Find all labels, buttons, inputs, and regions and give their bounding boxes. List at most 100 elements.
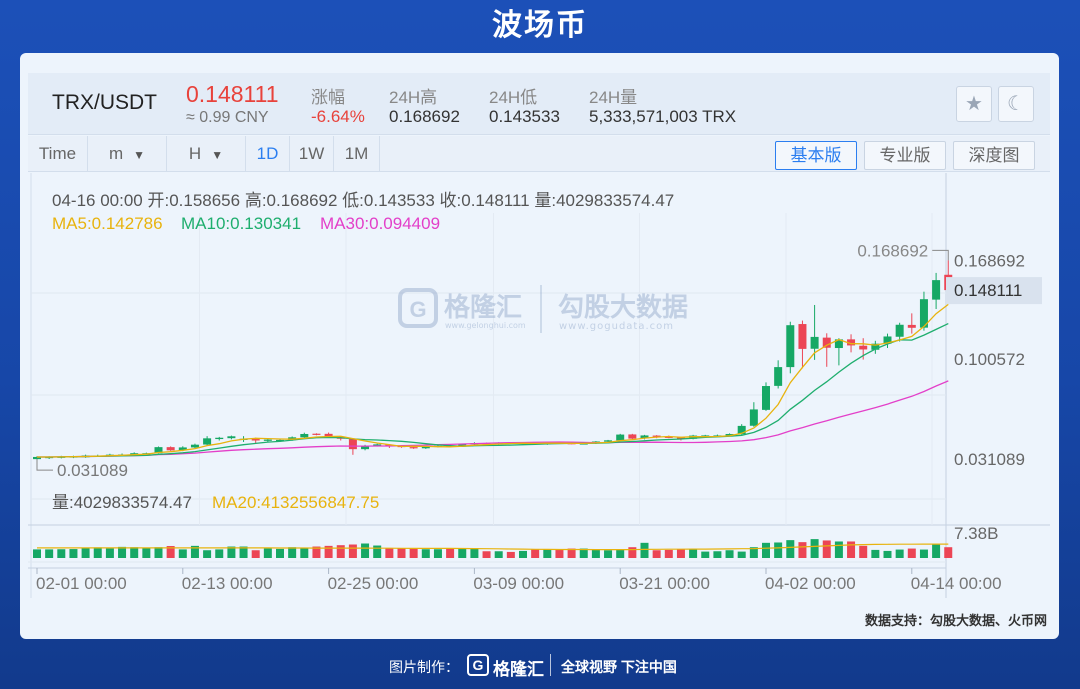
footer-logo-name: 格隆汇 <box>493 660 544 679</box>
volume-bar <box>409 548 418 558</box>
candle-body <box>798 324 807 349</box>
price-cny: ≈ 0.99 CNY <box>186 109 269 126</box>
volume-bar <box>591 549 600 558</box>
max-price-label: 0.168692 <box>857 241 928 260</box>
volume-bar <box>822 540 831 558</box>
x-axis-tick: 04-14 00:00 <box>911 574 1002 593</box>
time-label: Time <box>28 136 88 172</box>
candle-body <box>628 434 637 439</box>
candlestick-chart[interactable]: G 格隆汇 www.gelonghui.com 勾股大数据 www.goguda… <box>28 173 1050 598</box>
interval-1w-tab[interactable]: 1W <box>290 136 334 172</box>
volume-bar <box>288 547 297 558</box>
volume-bar <box>798 542 807 558</box>
volume-bar <box>178 549 187 558</box>
volume-bar <box>446 548 455 558</box>
chart-labels: 0.168692 0.100572 0.031089 0.148111 0.168692… <box>36 241 1042 593</box>
candle-body <box>251 439 260 441</box>
chevron-down-icon: ▼ <box>133 148 146 162</box>
volume-bar <box>154 547 163 558</box>
volume-bar <box>203 550 212 558</box>
footer-credit: 图片制作： <box>389 659 459 675</box>
volume-bar <box>130 547 139 558</box>
volume-bar <box>519 550 527 558</box>
volume-bar <box>676 549 685 558</box>
change-value: -6.64% <box>311 107 365 126</box>
change-label: 涨幅 <box>311 88 345 107</box>
volume-bar <box>640 542 649 558</box>
footer: 图片制作： G 格隆汇 全球视野 下注中国 <box>0 648 1080 682</box>
volume-bar <box>834 541 843 558</box>
gelonghui-logo-letter: G <box>409 297 426 322</box>
volume-bar <box>361 543 370 558</box>
volume-bar <box>689 549 698 558</box>
candle-body <box>907 324 916 328</box>
ma-legend-item: MA30:0.094409 <box>320 214 440 233</box>
volume-bar <box>421 549 430 558</box>
watermark-brand1: 格隆汇 <box>444 292 522 323</box>
volume-bar <box>105 548 114 558</box>
volume-bar <box>458 548 467 558</box>
volume-bar <box>215 549 224 558</box>
pro-view-button[interactable]: 专业版 <box>864 141 946 170</box>
volume-bar <box>263 548 272 558</box>
chart-toolbar: Time m ▼ H ▼ 1D 1W 1M 基本版 专业版 深度图 <box>28 136 1050 172</box>
volume-bar <box>628 547 637 558</box>
min-price-label: 0.031089 <box>57 461 128 480</box>
candle-body <box>774 367 783 386</box>
volume-bar <box>604 550 613 558</box>
candles <box>33 260 953 460</box>
interval-1m-tab[interactable]: 1M <box>334 136 380 172</box>
volume-bar <box>93 547 102 558</box>
volume-24h-value: 5,333,571,003 TRX <box>589 107 737 126</box>
volume-bar <box>385 548 394 558</box>
candle-body <box>300 433 309 438</box>
depth-chart-button[interactable]: 深度图 <box>953 141 1035 170</box>
low-24h-label: 24H低 <box>489 88 538 107</box>
minute-select-value: m <box>108 144 124 163</box>
moon-icon: ☾ <box>1007 93 1025 115</box>
x-axis-tick: 03-21 00:00 <box>619 574 710 593</box>
volume-bar <box>871 549 880 558</box>
minute-select[interactable]: m ▼ <box>88 136 167 172</box>
volume-bar <box>506 551 515 558</box>
chevron-down-icon: ▼ <box>211 148 224 162</box>
favorite-button[interactable]: ★ <box>956 86 992 122</box>
volume-bar <box>762 542 770 558</box>
volume-bar <box>300 548 309 558</box>
volume-bar <box>482 551 491 558</box>
price-axis-tick: 0.031089 <box>954 450 1025 469</box>
volume-bar <box>531 549 540 558</box>
volume-24h-label: 24H量 <box>589 88 638 107</box>
volume-bar <box>737 551 746 558</box>
ma-legend-item: MA5:0.142786 <box>52 214 163 233</box>
candle-body <box>859 345 868 350</box>
volume-bar <box>919 549 928 558</box>
volume-bar <box>847 541 856 558</box>
candle-body <box>895 324 904 337</box>
candle-body <box>348 439 357 450</box>
volume-bar <box>118 546 127 558</box>
volume-bar <box>895 549 904 558</box>
ohlc-info-line: 04-16 00:00 开:0.158656 高:0.168692 低:0.14… <box>52 191 674 210</box>
volume-bar <box>251 550 260 558</box>
volume-bar <box>336 545 345 558</box>
volume-bar <box>859 545 868 558</box>
trading-pair: TRX/USDT <box>52 91 157 114</box>
gelonghui-logo-icon: G <box>467 654 489 676</box>
candle-body <box>932 280 941 300</box>
theme-toggle-button[interactable]: ☾ <box>998 86 1034 122</box>
volume-bar <box>470 548 479 558</box>
volume-bar <box>69 549 78 558</box>
volume-bar <box>616 549 625 558</box>
volume-bar <box>774 542 783 558</box>
x-axis-tick: 03-09 00:00 <box>473 574 564 593</box>
hour-select[interactable]: H ▼ <box>167 136 246 172</box>
volume-bar <box>555 549 564 558</box>
ma-legend-item: MA10:0.130341 <box>181 214 301 233</box>
volume-bar <box>33 549 41 558</box>
volume-bar <box>664 549 673 558</box>
page-title: 波场币 <box>492 9 588 42</box>
volume-bar <box>932 543 941 558</box>
interval-1d-tab[interactable]: 1D <box>246 136 290 172</box>
basic-view-button[interactable]: 基本版 <box>775 141 857 170</box>
